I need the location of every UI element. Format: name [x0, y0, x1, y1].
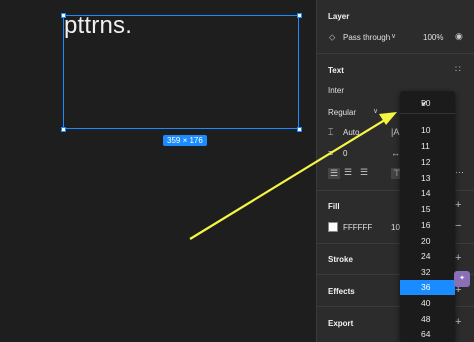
layer-section-title: Layer: [328, 12, 350, 21]
add-export-icon[interactable]: +: [455, 317, 461, 328]
fill-section-title: Fill: [328, 202, 340, 211]
font-size-option-highlighted[interactable]: 36: [400, 280, 455, 295]
font-family-select[interactable]: Inter: [328, 86, 344, 95]
resize-handle-bottom-right[interactable]: [297, 127, 302, 132]
font-weight-select[interactable]: Regular: [328, 108, 356, 117]
blend-drop-icon: ⬦: [329, 32, 336, 42]
font-size-option[interactable]: 64: [400, 327, 455, 342]
text-layer-content[interactable]: pttrns.: [64, 12, 132, 40]
blend-mode-select[interactable]: Pass through: [343, 33, 390, 42]
fill-hex-value[interactable]: FFFFFF: [343, 223, 372, 232]
font-size-option-current[interactable]: ✔ 50: [400, 96, 455, 111]
align-left-icon[interactable]: ☰: [328, 168, 341, 179]
font-size-option[interactable]: 12: [400, 155, 455, 170]
font-size-option[interactable]: 16: [400, 218, 455, 233]
fill-color-swatch[interactable]: [328, 222, 338, 232]
font-size-option[interactable]: 40: [400, 296, 455, 311]
effects-section-title: Effects: [328, 287, 355, 296]
text-section-title: Text: [328, 66, 344, 75]
divider: [317, 53, 474, 54]
plugin-widget-icon[interactable]: ✦: [454, 271, 470, 287]
export-section-title: Export: [328, 319, 354, 328]
paragraph-spacing-icon: ≡: [328, 148, 334, 158]
line-height-input[interactable]: Auto: [343, 128, 359, 137]
chevron-down-icon: ∨: [391, 33, 397, 40]
font-size-dropdown[interactable]: ✔ 50 10 11 12 13 14 15 16 20 24 32 36 40…: [400, 91, 455, 342]
divider: [400, 113, 455, 114]
add-fill-icon[interactable]: +: [455, 200, 461, 211]
align-center-icon[interactable]: ☰: [344, 168, 352, 177]
letter-spacing-input[interactable]: 0: [343, 149, 347, 158]
font-size-option[interactable]: 24: [400, 249, 455, 264]
text-styles-grid-icon[interactable]: ∷: [455, 65, 461, 74]
canvas[interactable]: pttrns. 359 × 176: [0, 0, 316, 342]
chevron-down-icon: ∨: [373, 108, 379, 115]
layer-opacity-value[interactable]: 100%: [423, 33, 443, 42]
font-size-option[interactable]: 13: [400, 171, 455, 186]
resize-handle-bottom-left[interactable]: [61, 127, 66, 132]
font-size-option[interactable]: 15: [400, 202, 455, 217]
resize-handle-top-right[interactable]: [297, 13, 302, 18]
add-stroke-icon[interactable]: +: [455, 253, 461, 264]
font-size-option[interactable]: 14: [400, 186, 455, 201]
line-height-icon: ⌶: [328, 127, 334, 137]
font-size-option[interactable]: 11: [400, 139, 455, 154]
visibility-eye-icon[interactable]: ◉: [455, 32, 463, 41]
stroke-section-title: Stroke: [328, 255, 353, 264]
remove-fill-icon[interactable]: −: [455, 221, 461, 232]
font-size-option[interactable]: 32: [400, 265, 455, 280]
font-size-option[interactable]: 20: [400, 234, 455, 249]
font-size-option[interactable]: 48: [400, 312, 455, 327]
font-size-option[interactable]: 10: [400, 123, 455, 138]
resize-horizontal-icon[interactable]: ↔: [391, 149, 400, 158]
size-badge: 359 × 176: [163, 135, 207, 146]
more-options-icon[interactable]: ⋯: [455, 168, 464, 177]
align-right-icon[interactable]: ☰: [360, 168, 368, 177]
